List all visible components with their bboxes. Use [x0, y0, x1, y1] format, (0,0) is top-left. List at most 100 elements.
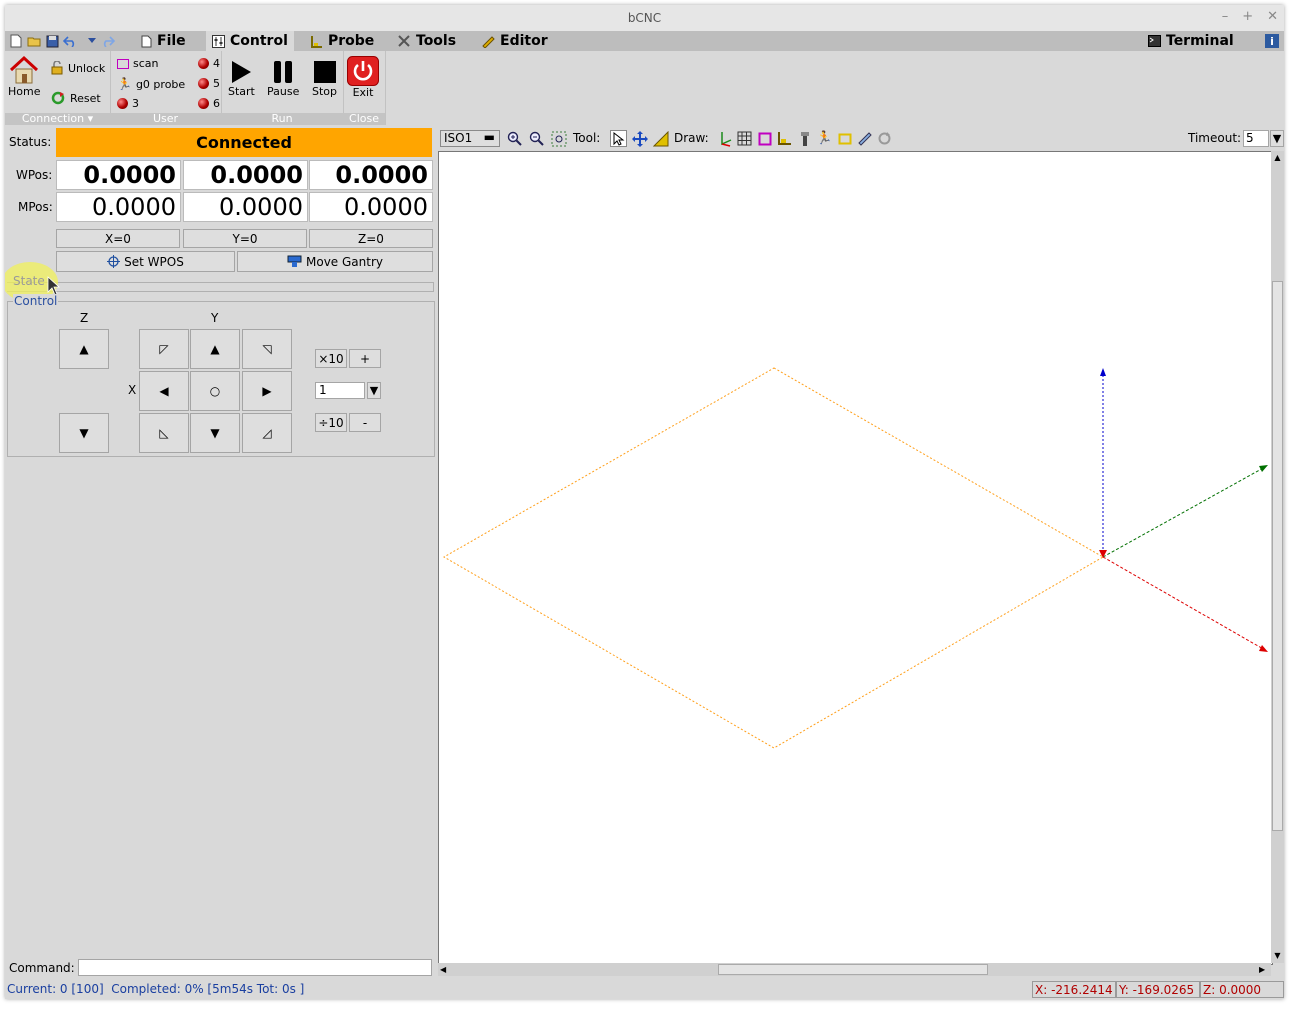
step-minus-button[interactable]: - — [349, 413, 381, 432]
user-button-4[interactable]: 4 — [198, 57, 220, 70]
tab-editor[interactable]: Editor — [475, 31, 554, 51]
step-plus-button[interactable]: + — [349, 349, 381, 368]
axes-icon[interactable] — [716, 130, 733, 147]
zero-x-button[interactable]: X=0 — [56, 229, 180, 248]
jog-xplus-yplus-button[interactable]: ◹ — [242, 329, 292, 369]
save-icon[interactable] — [45, 34, 59, 48]
arrow-down-icon: ▼ — [79, 426, 89, 440]
close-icon[interactable]: ✕ — [1267, 9, 1278, 24]
redraw-icon[interactable] — [876, 130, 893, 147]
tab-control[interactable]: Control — [206, 31, 294, 51]
exit-button[interactable]: Exit — [347, 56, 379, 99]
jog-x-label: X — [128, 383, 137, 397]
tab-tools[interactable]: Tools — [391, 31, 462, 51]
maximize-icon[interactable]: + — [1242, 9, 1253, 24]
stop-button[interactable]: Stop — [312, 59, 337, 98]
redo-icon[interactable] — [101, 34, 115, 48]
gantry-icon — [287, 255, 302, 267]
coord-z: Z: 0.0000 — [1200, 981, 1284, 998]
tab-probe[interactable]: Probe — [304, 31, 380, 51]
canvas-horizontal-scrollbar[interactable]: ◀ ▶ — [438, 963, 1271, 976]
jog-y-up-button[interactable]: ▲ — [190, 329, 240, 369]
state-section-label[interactable]: State — [13, 274, 45, 288]
unlock-button[interactable]: Unlock — [51, 61, 105, 75]
g0-probe-button[interactable]: 🏃 g0 probe — [117, 77, 185, 91]
camera-icon[interactable] — [856, 130, 873, 147]
minimize-icon[interactable]: – — [1222, 9, 1229, 24]
scroll-left-icon[interactable]: ◀ — [440, 964, 450, 975]
canvas-vertical-scrollbar[interactable]: ▲ ▼ — [1271, 151, 1284, 963]
title-bar: bCNC – + ✕ — [5, 5, 1284, 32]
arrow-down-left-icon: ◺ — [159, 426, 169, 440]
workarea-icon[interactable] — [836, 130, 853, 147]
view-select[interactable]: ISO1 ▬ — [440, 130, 500, 147]
command-input[interactable] — [78, 959, 432, 976]
undo-icon[interactable] — [63, 34, 77, 48]
set-wpos-button[interactable]: Set WPOS — [56, 251, 235, 272]
user-button-5[interactable]: 5 — [198, 77, 220, 90]
zero-z-button[interactable]: Z=0 — [309, 229, 433, 248]
step-div10-button[interactable]: ÷10 — [315, 413, 347, 432]
start-button[interactable]: Start — [228, 59, 255, 98]
jog-xminus-yminus-button[interactable]: ◺ — [139, 413, 189, 453]
jog-z-down-button[interactable]: ▼ — [59, 413, 109, 453]
zoom-out-icon[interactable] — [528, 130, 545, 147]
scroll-right-icon[interactable]: ▶ — [1259, 964, 1269, 975]
tab-terminal[interactable]: Terminal — [1142, 31, 1240, 51]
pause-button[interactable]: Pause — [267, 59, 299, 98]
open-folder-icon[interactable] — [27, 34, 41, 48]
arrow-up-icon: ▲ — [210, 342, 220, 356]
jog-z-up-button[interactable]: ▲ — [59, 329, 109, 369]
scroll-down-icon[interactable]: ▼ — [1272, 951, 1283, 961]
tools-icon — [398, 35, 410, 47]
connection-group-label[interactable]: Connection ▾ — [5, 113, 110, 125]
run-icon: 🏃 — [117, 77, 132, 91]
jog-x-left-button[interactable]: ◀ — [139, 371, 189, 411]
rapid-moves-icon[interactable]: 🏃 — [816, 130, 833, 147]
jog-xminus-yplus-button[interactable]: ◸ — [139, 329, 189, 369]
jog-y-down-button[interactable]: ▼ — [190, 413, 240, 453]
home-icon — [10, 55, 39, 84]
undo-dropdown-icon[interactable] — [85, 34, 99, 48]
scan-icon — [117, 58, 129, 69]
dash-icon: ▬ — [483, 130, 495, 144]
arrow-up-icon: ▲ — [79, 342, 89, 356]
wpos-label: WPos: — [16, 168, 53, 182]
probe-draw-icon[interactable] — [776, 130, 793, 147]
home-button[interactable]: Home — [8, 55, 40, 98]
select-tool-icon[interactable] — [610, 130, 627, 147]
wpos-y: 0.0000 — [183, 160, 308, 190]
scan-button[interactable]: scan — [117, 57, 159, 70]
new-file-icon[interactable] — [9, 34, 23, 48]
grid-icon[interactable] — [736, 130, 753, 147]
step-dropdown-icon[interactable]: ▼ — [367, 382, 381, 399]
menu-bar: File Control Probe Tools Editor Terminal… — [5, 31, 1284, 51]
stop-icon — [313, 61, 336, 83]
ruler-tool-icon[interactable] — [652, 130, 669, 147]
zoom-in-icon[interactable] — [506, 130, 523, 147]
status-line: Current: 0 [100] Completed: 0% [5m54s To… — [5, 979, 1284, 999]
jog-xplus-yminus-button[interactable]: ◿ — [242, 413, 292, 453]
tab-file[interactable]: File — [135, 31, 192, 51]
horizontal-scroll-thumb[interactable] — [718, 964, 988, 975]
tool-draw-icon[interactable] — [796, 130, 813, 147]
jog-x-right-button[interactable]: ▶ — [242, 371, 292, 411]
timeout-input[interactable]: 5 — [1243, 130, 1269, 147]
zero-y-button[interactable]: Y=0 — [183, 229, 307, 248]
zoom-fit-icon[interactable] — [550, 130, 567, 147]
step-input[interactable]: 1 — [315, 382, 365, 399]
timeout-dropdown-icon[interactable]: ▼ — [1270, 130, 1284, 147]
vertical-scroll-thumb[interactable] — [1272, 281, 1283, 831]
info-icon[interactable]: i — [1265, 34, 1279, 48]
pan-tool-icon[interactable] — [631, 130, 648, 147]
user-button-3[interactable]: 3 — [117, 97, 139, 110]
user-button-6[interactable]: 6 — [198, 97, 220, 110]
scroll-up-icon[interactable]: ▲ — [1272, 153, 1283, 163]
step-times10-button[interactable]: ×10 — [315, 349, 347, 368]
margins-icon[interactable] — [756, 130, 773, 147]
reset-button[interactable]: Reset — [51, 91, 101, 105]
gcode-canvas[interactable] — [438, 151, 1273, 965]
file-icon — [141, 35, 152, 47]
move-gantry-button[interactable]: Move Gantry — [237, 251, 433, 272]
jog-center-button[interactable]: ○ — [190, 371, 240, 411]
